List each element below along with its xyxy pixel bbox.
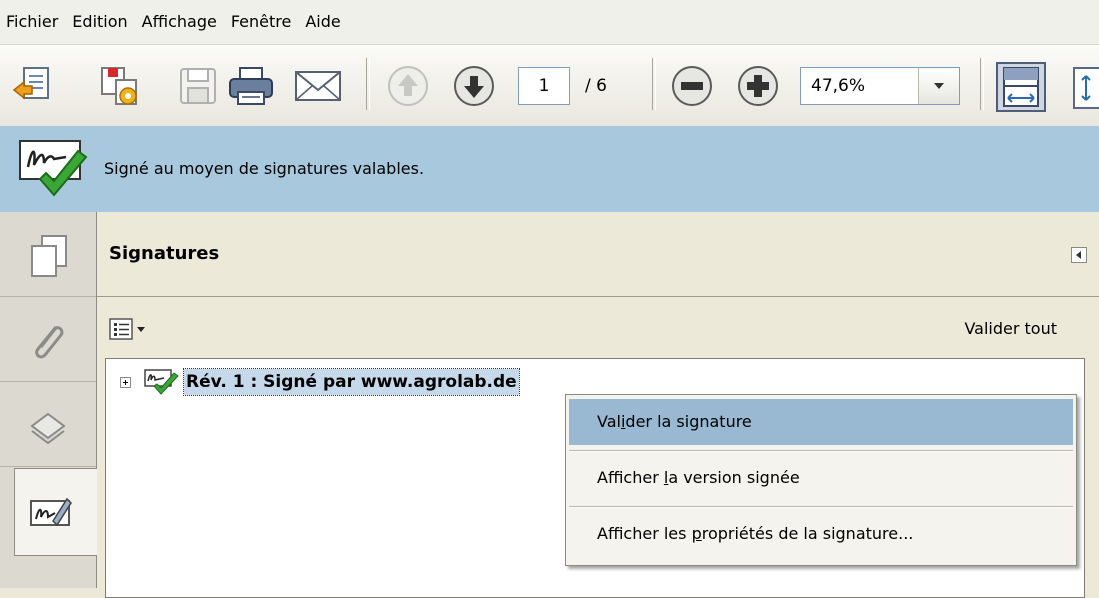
- convert-icon[interactable]: [98, 64, 142, 108]
- zoom-value: 47,6%: [811, 76, 866, 96]
- validate-all-button[interactable]: Valider tout: [964, 316, 1057, 342]
- attachments-icon: [28, 319, 68, 367]
- tree-expand-toggle[interactable]: [120, 377, 131, 388]
- signature-valid-small-icon: [144, 368, 180, 400]
- navigation-panel: [0, 212, 97, 588]
- pages-icon: [28, 234, 68, 282]
- menu-fichier[interactable]: Fichier: [0, 0, 65, 44]
- fit-page-icon[interactable]: [1072, 66, 1099, 110]
- create-pdf-icon[interactable]: [10, 64, 54, 108]
- nav-signatures-button[interactable]: [14, 468, 97, 556]
- menu-item-show-signature-properties[interactable]: Afficher les propriétés de la signature.…: [569, 511, 1073, 557]
- toolbar: 1 / 6 47,6%: [0, 45, 1099, 127]
- zoom-dropdown-button[interactable]: [918, 68, 959, 104]
- signature-entry[interactable]: Rév. 1 : Signé par www.agrolab.de: [183, 368, 520, 396]
- nav-layers-button[interactable]: [0, 382, 96, 467]
- panel-title: Signatures: [109, 243, 220, 264]
- previous-page-icon[interactable]: [386, 64, 430, 108]
- menu-separator: [569, 450, 1073, 452]
- layers-icon: [28, 404, 68, 452]
- options-menu-button[interactable]: [109, 316, 169, 342]
- print-icon[interactable]: [226, 64, 276, 108]
- menu-fenetre[interactable]: Fenêtre: [224, 0, 299, 44]
- options-list-icon: [109, 318, 145, 340]
- zoom-out-icon[interactable]: [670, 64, 714, 108]
- signatures-icon: [29, 491, 73, 539]
- menu-bar: Fichier Edition Affichage Fenêtre Aide: [0, 0, 1099, 45]
- next-page-icon[interactable]: [452, 64, 496, 108]
- page-number-input[interactable]: 1: [518, 67, 570, 105]
- panel-header: Signatures: [97, 212, 1099, 297]
- menu-separator: [569, 506, 1073, 508]
- signature-valid-icon: [18, 139, 90, 205]
- menu-item-show-signed-version[interactable]: Afficher la version signée: [569, 455, 1073, 501]
- fit-width-icon[interactable]: [996, 62, 1046, 112]
- menu-edition[interactable]: Edition: [65, 0, 134, 44]
- nav-attachments-button[interactable]: [0, 297, 96, 382]
- nav-pages-button[interactable]: [0, 212, 96, 297]
- zoom-in-icon[interactable]: [736, 64, 780, 108]
- context-menu: Valider la signature Afficher la version…: [565, 394, 1077, 566]
- menu-aide[interactable]: Aide: [298, 0, 347, 44]
- signature-status-text: Signé au moyen de signatures valables.: [104, 159, 425, 178]
- zoom-combobox[interactable]: 47,6%: [800, 67, 960, 105]
- menu-item-validate-signature[interactable]: Valider la signature: [569, 399, 1073, 445]
- collapse-panel-button[interactable]: [1071, 247, 1087, 263]
- email-icon[interactable]: [292, 66, 344, 106]
- page-total: / 6: [585, 76, 607, 96]
- signature-status-bar: Signé au moyen de signatures valables.: [0, 126, 1099, 213]
- menu-affichage[interactable]: Affichage: [135, 0, 224, 44]
- save-icon[interactable]: [176, 64, 220, 108]
